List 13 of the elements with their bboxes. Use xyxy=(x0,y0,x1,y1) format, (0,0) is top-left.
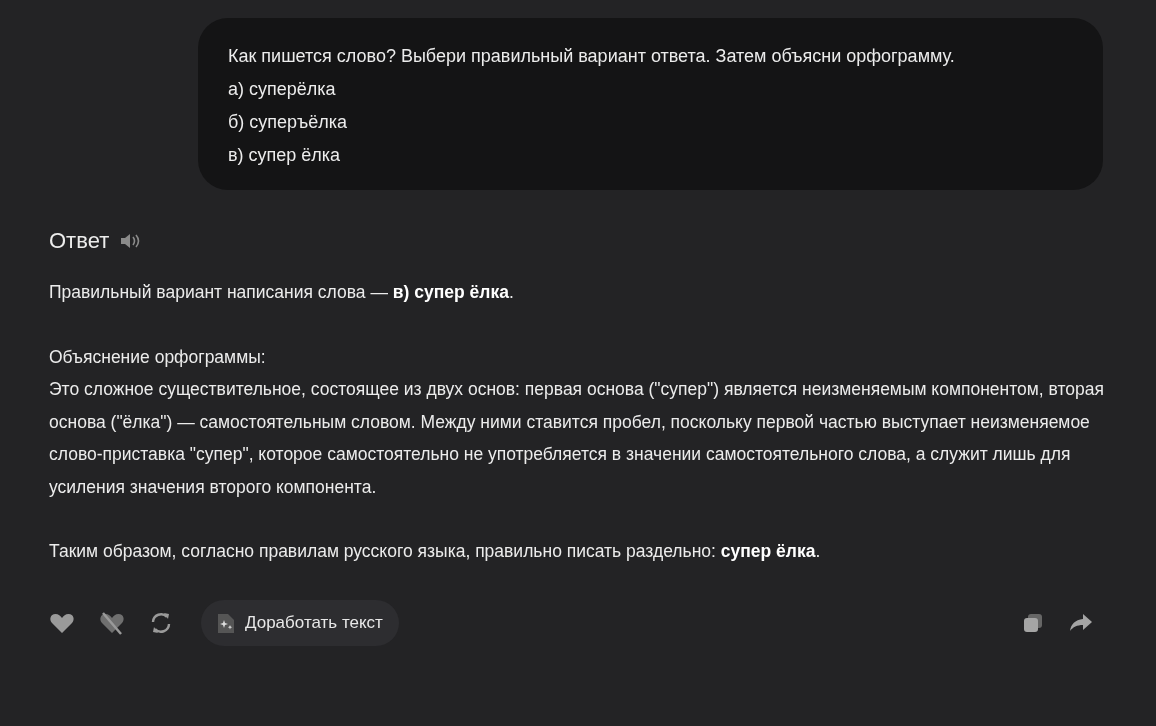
sparkle-document-icon xyxy=(217,611,235,634)
improve-text-button[interactable]: Доработать текст xyxy=(201,599,399,646)
answer-title: Ответ xyxy=(49,228,110,254)
copy-icon[interactable] xyxy=(1022,611,1044,634)
question-text: Как пишется слово? Выбери правильный вариант ответа. Затем объясни орфограмму. xyxy=(228,45,956,68)
speaker-icon[interactable] xyxy=(119,232,142,250)
question-text: б) суперъёлка xyxy=(228,111,349,134)
answer-paragraph: Объяснение орфограммы: Это сложное существительное, состоящее из двух основ: первая основа ("супер") является неизменяемым компонентом, вторая основа ("ёлка") — самостоятельным словом. Между ними ставится пробел, поскольку первой частью выступает неизменяемое слово-приставка "супер", которое самостоятельно не употребляется в значении самостоятельного слова, а служит лишь для усиления значения второго компонента. xyxy=(49,345,1105,499)
question-text: в) супер ёлка xyxy=(228,144,342,167)
answer-paragraph: Таким образом, согласно правилам русского языка, правильно писать раздельно: супер ёлка. xyxy=(49,540,822,563)
answer-paragraph: Правильный вариант написания слова — в) супер ёлка. xyxy=(49,281,515,304)
question-text: а) суперёлка xyxy=(228,78,337,101)
refresh-icon[interactable] xyxy=(149,610,173,635)
